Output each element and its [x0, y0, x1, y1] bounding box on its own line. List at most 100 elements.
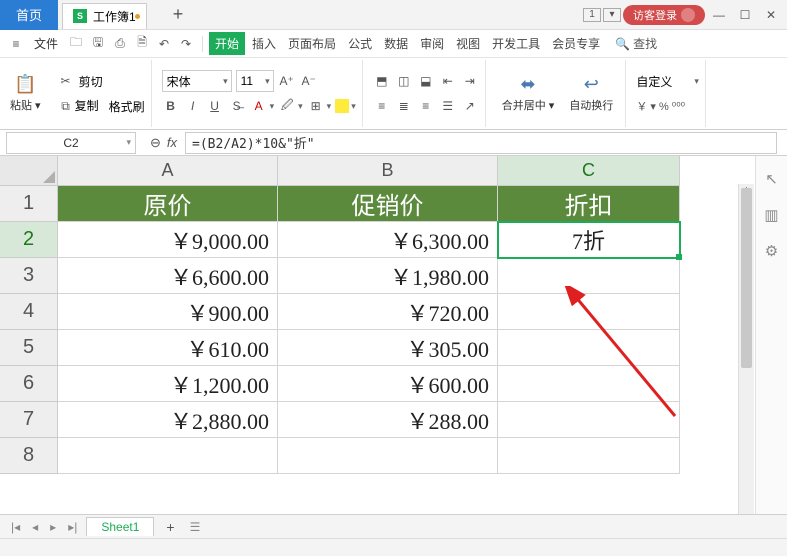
- cell-a5[interactable]: ￥610.00: [58, 330, 278, 366]
- select-all-corner[interactable]: [0, 156, 58, 186]
- tab-list-icon[interactable]: ☰: [187, 520, 204, 534]
- row-header-4[interactable]: 4: [0, 294, 58, 330]
- row-header-3[interactable]: 3: [0, 258, 58, 294]
- font-color-button[interactable]: A: [250, 97, 268, 115]
- document-tab[interactable]: S 工作簿1: [62, 3, 147, 29]
- cell-a1[interactable]: 原价: [58, 186, 278, 222]
- cell-c6[interactable]: [498, 366, 680, 402]
- row-header-1[interactable]: 1: [0, 186, 58, 222]
- home-tab[interactable]: 首页: [0, 0, 58, 30]
- minimize-button[interactable]: —: [707, 3, 731, 27]
- cell-c3[interactable]: [498, 258, 680, 294]
- row-header-8[interactable]: 8: [0, 438, 58, 474]
- cell-b5[interactable]: ￥305.00: [278, 330, 498, 366]
- tab-nav-prev[interactable]: ◂: [29, 520, 41, 534]
- scroll-thumb[interactable]: [741, 188, 752, 368]
- align-left-icon[interactable]: ≡: [373, 97, 391, 115]
- fill-color-button[interactable]: [335, 99, 349, 113]
- menu-formula[interactable]: 公式: [343, 32, 377, 55]
- menu-insert[interactable]: 插入: [247, 32, 281, 55]
- orientation-icon[interactable]: ↗: [461, 97, 479, 115]
- menu-view[interactable]: 视图: [451, 32, 485, 55]
- settings-icon[interactable]: ⚙: [765, 242, 778, 260]
- menu-start[interactable]: 开始: [209, 32, 245, 55]
- add-sheet-button[interactable]: +: [160, 519, 180, 535]
- name-box[interactable]: C2: [6, 132, 136, 154]
- new-tab-button[interactable]: +: [165, 2, 192, 27]
- cell-a6[interactable]: ￥1,200.00: [58, 366, 278, 402]
- print-icon[interactable]: ⎙: [110, 34, 130, 54]
- tab-nav-last[interactable]: ▸|: [65, 520, 80, 534]
- undo-icon[interactable]: ↶: [154, 34, 174, 54]
- print-preview-icon[interactable]: 🗎: [132, 34, 152, 54]
- col-header-b[interactable]: B: [278, 156, 498, 186]
- cell-b6[interactable]: ￥600.00: [278, 366, 498, 402]
- fill-dropper-icon[interactable]: 🖉: [278, 97, 296, 115]
- hamburger-icon[interactable]: ≡: [6, 34, 26, 54]
- row-header-7[interactable]: 7: [0, 402, 58, 438]
- cell-c1[interactable]: 折扣: [498, 186, 680, 222]
- row-header-6[interactable]: 6: [0, 366, 58, 402]
- cell-b1[interactable]: 促销价: [278, 186, 498, 222]
- border-button[interactable]: ⊞: [307, 97, 325, 115]
- merge-center-button[interactable]: ⬌ 合并居中 ▾: [496, 72, 561, 115]
- increase-font-icon[interactable]: A⁺: [278, 72, 296, 90]
- cell-c8[interactable]: [498, 438, 680, 474]
- cancel-formula-icon[interactable]: ⊖: [150, 135, 161, 151]
- wrap-text-button[interactable]: ↩ 自动换行: [563, 72, 619, 115]
- cell-b8[interactable]: [278, 438, 498, 474]
- indent-increase-icon[interactable]: ⇥: [461, 72, 479, 90]
- indent-decrease-icon[interactable]: ⇤: [439, 72, 457, 90]
- currency-format-row[interactable]: ￥ ▾ % ⁰⁰⁰: [636, 95, 699, 117]
- save-icon[interactable]: 🖫: [88, 34, 108, 54]
- maximize-button[interactable]: ☐: [733, 3, 757, 27]
- paste-button[interactable]: 📋 粘贴 ▾: [4, 60, 47, 127]
- menu-developer[interactable]: 开发工具: [487, 32, 545, 55]
- font-name-select[interactable]: 宋体: [162, 70, 232, 92]
- file-menu[interactable]: 文件: [34, 35, 58, 52]
- underline-button[interactable]: U: [206, 97, 224, 115]
- bold-button[interactable]: B: [162, 97, 180, 115]
- cell-c5[interactable]: [498, 330, 680, 366]
- close-button[interactable]: ✕: [759, 3, 783, 27]
- select-tool-icon[interactable]: ↖: [765, 170, 778, 188]
- menu-data[interactable]: 数据: [379, 32, 413, 55]
- strike-button[interactable]: S̶: [228, 97, 246, 115]
- vertical-scrollbar[interactable]: ▲ ▼: [738, 184, 754, 536]
- search-menu[interactable]: 🔍 查找: [615, 35, 657, 52]
- align-middle-icon[interactable]: ◫: [395, 72, 413, 90]
- cell-c7[interactable]: [498, 402, 680, 438]
- col-header-c[interactable]: C: [498, 156, 680, 186]
- number-format-select[interactable]: 自定义: [636, 73, 672, 90]
- copy-button[interactable]: ⧉复制: [57, 97, 99, 116]
- cell-c2[interactable]: 7折: [498, 222, 680, 258]
- align-bottom-icon[interactable]: ⬓: [417, 72, 435, 90]
- tab-nav-next[interactable]: ▸: [47, 520, 59, 534]
- window-list-dropdown[interactable]: ▾: [603, 8, 621, 22]
- align-right-icon[interactable]: ≡: [417, 97, 435, 115]
- italic-button[interactable]: I: [184, 97, 202, 115]
- cell-a4[interactable]: ￥900.00: [58, 294, 278, 330]
- fx-label[interactable]: fx: [167, 135, 177, 150]
- window-count-indicator[interactable]: 1: [583, 8, 601, 22]
- login-badge[interactable]: 访客登录: [623, 5, 705, 25]
- cell-a7[interactable]: ￥2,880.00: [58, 402, 278, 438]
- panel-toggle-icon[interactable]: ▥: [764, 206, 778, 224]
- redo-icon[interactable]: ↷: [176, 34, 196, 54]
- cell-a8[interactable]: [58, 438, 278, 474]
- open-icon[interactable]: 🗀: [66, 34, 86, 54]
- col-header-a[interactable]: A: [58, 156, 278, 186]
- cell-b7[interactable]: ￥288.00: [278, 402, 498, 438]
- row-header-2[interactable]: 2: [0, 222, 58, 258]
- cut-button[interactable]: ✂剪切: [57, 70, 145, 92]
- cell-b3[interactable]: ￥1,980.00: [278, 258, 498, 294]
- cell-c4[interactable]: [498, 294, 680, 330]
- menu-page-layout[interactable]: 页面布局: [283, 32, 341, 55]
- format-painter-button[interactable]: 格式刷: [109, 98, 145, 115]
- formula-input[interactable]: =(B2/A2)*10&"折": [185, 132, 777, 154]
- justify-icon[interactable]: ☰: [439, 97, 457, 115]
- cell-a2[interactable]: ￥9,000.00: [58, 222, 278, 258]
- cell-a3[interactable]: ￥6,600.00: [58, 258, 278, 294]
- align-center-icon[interactable]: ≣: [395, 97, 413, 115]
- row-header-5[interactable]: 5: [0, 330, 58, 366]
